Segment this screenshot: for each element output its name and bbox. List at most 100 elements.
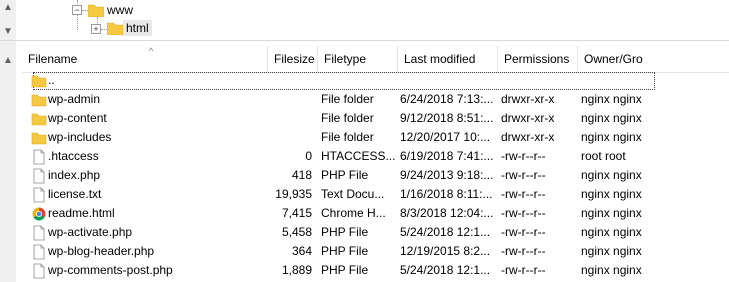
column-header-filetype[interactable]: Filetype — [318, 46, 398, 72]
file-name: wp-activate.php — [48, 225, 133, 239]
scroll-up-arrow-icon[interactable]: ▲ — [2, 55, 14, 67]
file-name: license.txt — [48, 187, 102, 201]
file-owner-group: nginx nginx — [581, 130, 642, 144]
file-name: index.php — [48, 168, 101, 182]
file-last-modified: 12/19/2015 8:2... — [400, 244, 491, 258]
file-owner-group: nginx nginx — [581, 168, 642, 182]
file-type: HTACCESS... — [321, 149, 396, 163]
file-row[interactable]: .htaccess 0 HTACCESS... 6/19/2018 7:41:... -… — [22, 147, 729, 166]
file-size — [270, 128, 312, 147]
parent-directory-row[interactable]: .. — [22, 71, 729, 90]
file-size: 418 — [291, 168, 312, 182]
file-icon — [33, 168, 45, 184]
folder-icon — [31, 75, 47, 88]
file-type: Chrome H... — [321, 206, 386, 220]
file-size: 364 — [291, 244, 312, 258]
file-last-modified: 8/3/2018 12:04:... — [400, 206, 494, 220]
file-permissions: drwxr-xr-x — [501, 92, 555, 106]
file-size — [270, 71, 312, 90]
column-header-last-modified[interactable]: Last modified — [398, 46, 498, 72]
file-icon — [33, 187, 45, 203]
file-name: readme.html — [48, 206, 115, 220]
folder-icon — [31, 94, 47, 107]
file-owner-group: nginx nginx — [581, 244, 642, 258]
file-owner-group: nginx nginx — [581, 206, 642, 220]
file-type — [321, 71, 397, 90]
file-owner-group — [581, 71, 729, 90]
file-owner-group: nginx nginx — [581, 111, 642, 125]
column-header-permissions[interactable]: Permissions — [498, 46, 578, 72]
file-name: wp-blog-header.php — [48, 244, 155, 258]
tree-node-www[interactable]: www — [107, 2, 133, 18]
file-last-modified: 6/24/2018 7:13:... — [400, 92, 494, 106]
file-last-modified: 9/24/2013 9:18:... — [400, 168, 494, 182]
file-owner-group: nginx nginx — [581, 92, 642, 106]
file-last-modified: 6/19/2018 7:41:... — [400, 149, 494, 163]
chrome-icon — [32, 207, 46, 221]
file-last-modified: 9/12/2018 8:51:... — [400, 111, 494, 125]
file-size: 0 — [305, 149, 312, 163]
scroll-up-arrow-icon[interactable]: ▲ — [2, 2, 14, 14]
file-row[interactable]: license.txt 19,935 Text Docu... 1/16/2018 8… — [22, 185, 729, 204]
file-permissions: -rw-r--r-- — [501, 187, 546, 201]
file-permissions: -rw-r--r-- — [501, 168, 546, 182]
file-owner-group: nginx nginx — [581, 225, 642, 239]
file-size — [270, 90, 312, 109]
tree-collapse-icon[interactable]: − — [72, 5, 82, 15]
file-icon — [33, 244, 45, 260]
file-icon — [33, 149, 45, 165]
file-row[interactable]: wp-admin File folder 6/24/2018 7:13:... drw… — [22, 90, 729, 109]
file-type: PHP File — [321, 168, 369, 182]
file-name: .. — [48, 73, 55, 87]
file-type: PHP File — [321, 244, 369, 258]
file-row[interactable]: readme.html 7,415 Chrome H... 8/3/2018 12:0… — [22, 204, 729, 223]
file-row[interactable]: wp-comments-post.php 1,889 PHP File 5/24/20… — [22, 261, 729, 280]
file-size — [270, 109, 312, 128]
folder-icon — [88, 4, 104, 17]
file-rows: .. wp-admin File folder 6/24/2018 7:13:... d… — [22, 71, 729, 280]
file-last-modified — [400, 71, 494, 90]
file-size: 5,458 — [281, 225, 312, 239]
file-icon — [33, 225, 45, 241]
tree-scrollbar[interactable]: ▲ ▼ — [0, 0, 16, 40]
file-list-panel: ▲ ^ Filename Filesize Filetype Last modi… — [0, 41, 729, 282]
file-name: wp-includes — [48, 130, 112, 144]
scroll-down-arrow-icon[interactable]: ▼ — [2, 26, 14, 38]
file-type: File folder — [321, 111, 374, 125]
file-row[interactable]: wp-activate.php 5,458 PHP File 5/24/2018 12… — [22, 223, 729, 242]
file-icon — [33, 263, 45, 279]
file-row[interactable]: wp-blog-header.php 364 PHP File 12/19/2015 … — [22, 242, 729, 261]
file-type: File folder — [321, 92, 374, 106]
file-type: Text Docu... — [321, 187, 385, 201]
folder-icon — [31, 132, 47, 145]
file-last-modified: 5/24/2018 12:1... — [400, 225, 491, 239]
file-name: .htaccess — [48, 149, 99, 163]
file-permissions: drwxr-xr-x — [501, 111, 555, 125]
file-row[interactable]: index.php 418 PHP File 9/24/2013 9:18:... -r… — [22, 166, 729, 185]
file-owner-group: nginx nginx — [581, 187, 642, 201]
file-row[interactable]: wp-content File folder 9/12/2018 8:51:... d… — [22, 109, 729, 128]
file-permissions: -rw-r--r-- — [501, 244, 546, 258]
column-header-row: ^ Filename Filesize Filetype Last modifi… — [22, 46, 729, 73]
file-owner-group: nginx nginx — [581, 263, 642, 277]
file-permissions — [501, 71, 575, 90]
file-row[interactable]: wp-includes File folder 12/20/2017 10:... d… — [22, 128, 729, 147]
tree-expand-icon[interactable]: + — [91, 24, 101, 34]
file-type: PHP File — [321, 225, 369, 239]
folder-icon — [31, 113, 47, 126]
file-last-modified: 5/24/2018 12:1... — [400, 263, 491, 277]
list-scrollbar[interactable]: ▲ — [0, 41, 16, 282]
column-header-filename[interactable]: Filename — [22, 46, 268, 72]
file-type: PHP File — [321, 263, 369, 277]
file-last-modified: 1/16/2018 8:11:... — [400, 187, 493, 201]
column-header-filesize[interactable]: Filesize — [268, 46, 318, 72]
file-permissions: -rw-r--r-- — [501, 225, 546, 239]
tree-node-html[interactable]: html — [123, 20, 152, 36]
file-name: wp-content — [48, 111, 107, 125]
file-permissions: drwxr-xr-x — [501, 130, 555, 144]
file-size: 19,935 — [275, 187, 312, 201]
file-type: File folder — [321, 130, 374, 144]
column-header-owner-group[interactable]: Owner/Gro — [578, 46, 729, 72]
file-permissions: -rw-r--r-- — [501, 206, 546, 220]
file-permissions: -rw-r--r-- — [501, 149, 546, 163]
